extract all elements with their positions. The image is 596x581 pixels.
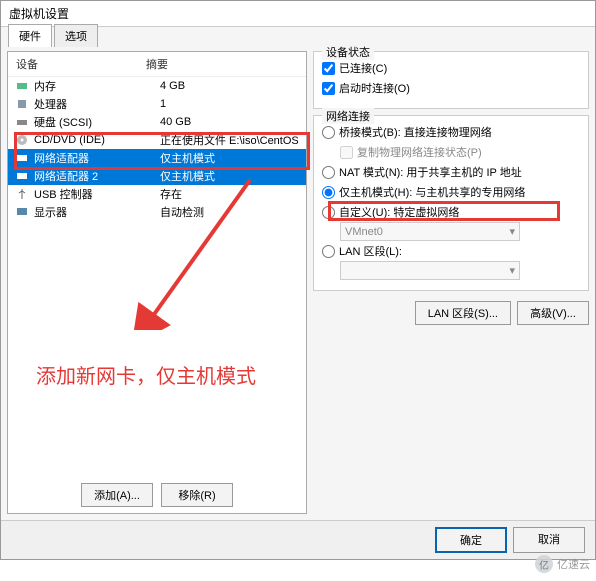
tab-bar: 硬件 选项: [8, 24, 98, 47]
right-button-row: LAN 区段(S)... 高级(V)...: [313, 297, 589, 325]
remove-button[interactable]: 移除(R): [161, 483, 233, 507]
radio[interactable]: [322, 126, 335, 139]
hw-name: USB 控制器: [34, 186, 160, 202]
hw-name: 网络适配器 2: [34, 168, 160, 184]
nat-radio[interactable]: NAT 模式(N): 用于共享主机的 IP 地址: [322, 162, 580, 182]
checkbox: [340, 146, 353, 159]
annotation-text: 添加新网卡，仅主机模式: [36, 360, 256, 389]
cancel-button[interactable]: 取消: [513, 527, 585, 553]
hw-summary: 1: [160, 98, 298, 110]
hw-summary: 40 GB: [160, 116, 298, 128]
vmnet-select: VMnet0 ▾: [340, 222, 520, 241]
disk-icon: [16, 116, 30, 128]
usb-icon: [16, 188, 30, 200]
settings-panel: 设备状态 已连接(C) 启动时连接(O) 网络连接 桥接模式(B): 直接连接物…: [313, 51, 589, 514]
display-icon: [16, 206, 30, 218]
memory-icon: [16, 80, 30, 92]
radio[interactable]: [322, 245, 335, 258]
hw-name: 处理器: [34, 96, 160, 112]
tab-hardware[interactable]: 硬件: [8, 24, 52, 47]
group-title: 网络连接: [322, 108, 374, 124]
list-item[interactable]: 内存4 GB: [8, 77, 306, 95]
dialog-body: 设备 摘要 内存4 GB 处理器1 硬盘 (SCSI)40 GB CD/DVD …: [1, 27, 595, 520]
list-item[interactable]: 硬盘 (SCSI)40 GB: [8, 113, 306, 131]
cpu-icon: [16, 98, 30, 110]
watermark: 亿 亿速云: [535, 555, 590, 573]
hw-summary: 正在使用文件 E:\iso\CentOS-7-...: [160, 132, 298, 148]
group-title: 设备状态: [322, 44, 374, 60]
list-item[interactable]: 显示器自动检测: [8, 203, 306, 221]
custom-radio[interactable]: 自定义(U): 特定虚拟网络: [322, 202, 580, 222]
list-item[interactable]: 网络适配器仅主机模式: [8, 149, 306, 167]
vm-settings-dialog: 虚拟机设置 硬件 选项 设备 摘要 内存4 GB 处理器1 硬盘 (SCSI)4…: [0, 0, 596, 560]
label: 已连接(C): [339, 60, 387, 76]
hw-name: CD/DVD (IDE): [34, 134, 160, 146]
connected-checkbox[interactable]: 已连接(C): [322, 58, 580, 78]
label: NAT 模式(N): 用于共享主机的 IP 地址: [339, 164, 522, 180]
ok-button[interactable]: 确定: [435, 527, 507, 553]
radio[interactable]: [322, 186, 335, 199]
hw-name: 网络适配器: [34, 150, 160, 166]
bridged-radio[interactable]: 桥接模式(B): 直接连接物理网络: [322, 122, 580, 142]
hw-name: 显示器: [34, 204, 160, 220]
dialog-footer: 确定 取消: [1, 520, 595, 559]
hw-list[interactable]: 内存4 GB 处理器1 硬盘 (SCSI)40 GB CD/DVD (IDE)正…: [8, 77, 306, 477]
label: 仅主机模式(H): 与主机共享的专用网络: [339, 184, 525, 200]
list-item[interactable]: CD/DVD (IDE)正在使用文件 E:\iso\CentOS-7-...: [8, 131, 306, 149]
hw-button-row: 添加(A)... 移除(R): [8, 477, 306, 513]
label: 自定义(U): 特定虚拟网络: [339, 204, 459, 220]
hw-list-header: 设备 摘要: [8, 52, 306, 77]
network-connection-group: 网络连接 桥接模式(B): 直接连接物理网络 复制物理网络连接状态(P) NAT…: [313, 115, 589, 291]
chevron-down-icon: ▾: [509, 264, 515, 277]
advanced-button[interactable]: 高级(V)...: [517, 301, 589, 325]
lan-segment-radio[interactable]: LAN 区段(L):: [322, 241, 580, 261]
add-button[interactable]: 添加(A)...: [81, 483, 153, 507]
hw-summary: 4 GB: [160, 80, 298, 92]
hostonly-radio[interactable]: 仅主机模式(H): 与主机共享的专用网络: [322, 182, 580, 202]
hardware-panel: 设备 摘要 内存4 GB 处理器1 硬盘 (SCSI)40 GB CD/DVD …: [7, 51, 307, 514]
watermark-text: 亿速云: [557, 556, 590, 572]
network-icon: [16, 152, 30, 164]
label: 桥接模式(B): 直接连接物理网络: [339, 124, 492, 140]
list-item[interactable]: 处理器1: [8, 95, 306, 113]
col-summary: 摘要: [146, 56, 168, 72]
hw-summary: 仅主机模式: [160, 168, 298, 184]
cd-icon: [16, 134, 30, 146]
list-item[interactable]: USB 控制器存在: [8, 185, 306, 203]
chevron-down-icon: ▾: [509, 225, 515, 238]
hw-summary: 存在: [160, 186, 298, 202]
lan-segments-button[interactable]: LAN 区段(S)...: [415, 301, 511, 325]
hw-summary: 仅主机模式: [160, 150, 298, 166]
replicate-checkbox: 复制物理网络连接状态(P): [340, 142, 580, 162]
select-value: VMnet0: [345, 226, 383, 238]
checkbox[interactable]: [322, 82, 335, 95]
label: 启动时连接(O): [339, 80, 410, 96]
radio[interactable]: [322, 166, 335, 179]
hw-name: 内存: [34, 78, 160, 94]
label: 复制物理网络连接状态(P): [357, 144, 482, 160]
label: LAN 区段(L):: [339, 243, 402, 259]
lan-select: ▾: [340, 261, 520, 280]
radio[interactable]: [322, 206, 335, 219]
hw-name: 硬盘 (SCSI): [34, 114, 160, 130]
network-icon: [16, 170, 30, 182]
checkbox[interactable]: [322, 62, 335, 75]
device-status-group: 设备状态 已连接(C) 启动时连接(O): [313, 51, 589, 109]
connect-at-power-checkbox[interactable]: 启动时连接(O): [322, 78, 580, 98]
watermark-logo-icon: 亿: [535, 555, 553, 573]
list-item[interactable]: 网络适配器 2仅主机模式: [8, 167, 306, 185]
hw-summary: 自动检测: [160, 204, 298, 220]
col-device: 设备: [16, 56, 146, 72]
tab-options[interactable]: 选项: [54, 24, 98, 47]
